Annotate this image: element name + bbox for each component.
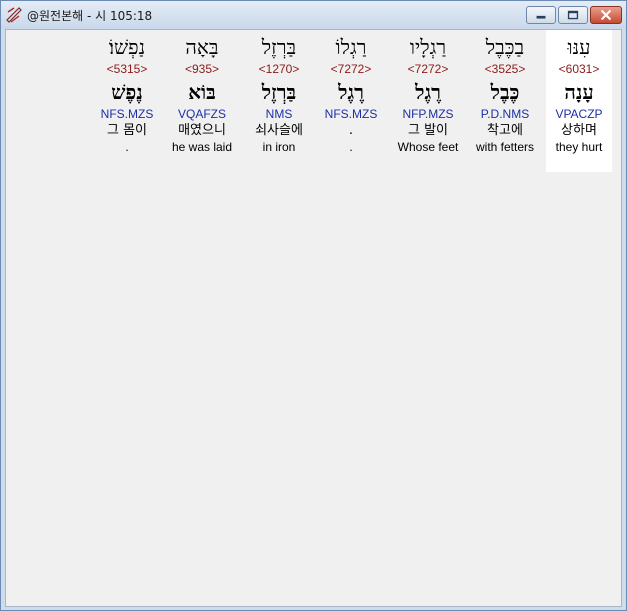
title-bar[interactable]: @원전본해 - 시 105:18 [1,1,626,29]
hebrew-word: עִנּוּ [567,35,591,59]
hebrew-lemma: בּוֹא [188,80,216,104]
word-column-2[interactable]: בַכֶּבֶל <3525> כֶּבֶל P.D.NMS 착고에 with … [472,30,538,172]
strong-number[interactable]: <935> [169,60,235,78]
korean-gloss: . [348,123,354,138]
hebrew-lemma: עָנָה [564,80,594,104]
korean-gloss: 쇠사슬에 [255,123,303,138]
hebrew-word: בַּרְזֶל [261,35,297,59]
morphology-code: VPACZP [555,107,603,121]
strong-number[interactable]: <3525> [472,60,538,78]
hebrew-word: נַפְשׁוֹ׃ [108,35,146,59]
app-icon[interactable] [5,6,23,24]
close-icon [600,9,612,21]
korean-gloss: 착고에 [487,123,523,138]
hebrew-lemma: בַּרְזֶל [261,80,297,104]
english-gloss: . [349,140,353,154]
morphology-code: NFP.MZS [402,107,454,121]
strong-number[interactable]: <7272> [318,60,384,78]
strong-number[interactable]: <1270> [246,60,312,78]
morphology-code: NMS [265,107,293,121]
hebrew-lemma: כֶּבֶל [490,80,520,104]
english-gloss: Whose feet [397,140,459,154]
hebrew-lemma: רֶגֶל [338,80,364,104]
word-column-7[interactable]: נַפְשׁוֹ׃ <5315> נֶפֶשׁ NFS.MZS 그 몸이 . [94,30,160,172]
app-window: @원전본해 - 시 105:18 עִנּוּ <6031> עָנָה VPA… [0,0,627,611]
hebrew-word: בַכֶּבֶל [485,35,525,59]
korean-gloss: 매였으니 [178,123,226,138]
english-gloss: he was laid [171,140,233,154]
minimize-icon [536,15,546,19]
korean-gloss: 그 몸이 [106,123,147,138]
morphology-code: VQAFZS [177,107,226,121]
english-gloss: they hurt [555,140,603,154]
morphology-code: P.D.NMS [480,107,530,121]
strong-number[interactable]: <5315> [94,60,160,78]
minimize-button[interactable] [526,6,556,24]
hebrew-word: רַגְלוֹ [335,35,367,59]
hebrew-lemma: רֶגֶל [415,80,441,104]
word-column-1[interactable]: עִנּוּ <6031> עָנָה VPACZP 상하며 they hurt [546,30,612,172]
word-column-5[interactable]: בַּרְזֶל <1270> בַּרְזֶל NMS 쇠사슬에 in iro… [246,30,312,172]
morphology-code: NFS.MZS [324,107,378,121]
word-column-4[interactable]: רַגְלוֹ <7272> רֶגֶל NFS.MZS . . [318,30,384,172]
window-title: @원전본해 - 시 105:18 [27,9,153,23]
english-gloss: with fetters [475,140,535,154]
strong-number[interactable]: <7272> [395,60,461,78]
english-gloss: in iron [262,140,296,154]
close-button[interactable] [590,6,622,24]
maximize-button[interactable] [558,6,588,24]
maximize-icon [567,10,579,20]
morphology-code: NFS.MZS [100,107,154,121]
hebrew-word: בָּאָה [185,35,219,59]
hebrew-word: רַגְלָיו [409,35,447,59]
strong-number[interactable]: <6031> [546,60,612,78]
korean-gloss: 그 발이 [407,123,448,138]
interlinear-panel[interactable]: עִנּוּ <6031> עָנָה VPACZP 상하며 they hurt… [5,29,622,607]
word-column-6[interactable]: בָּאָה <935> בּוֹא VQAFZS 매였으니 he was la… [169,30,235,172]
word-column-3[interactable]: רַגְלָיו <7272> רֶגֶל NFP.MZS 그 발이 Whose… [395,30,461,172]
english-gloss: . [125,140,129,154]
korean-gloss: 상하며 [561,123,597,138]
hebrew-lemma: נֶפֶשׁ [111,80,143,104]
